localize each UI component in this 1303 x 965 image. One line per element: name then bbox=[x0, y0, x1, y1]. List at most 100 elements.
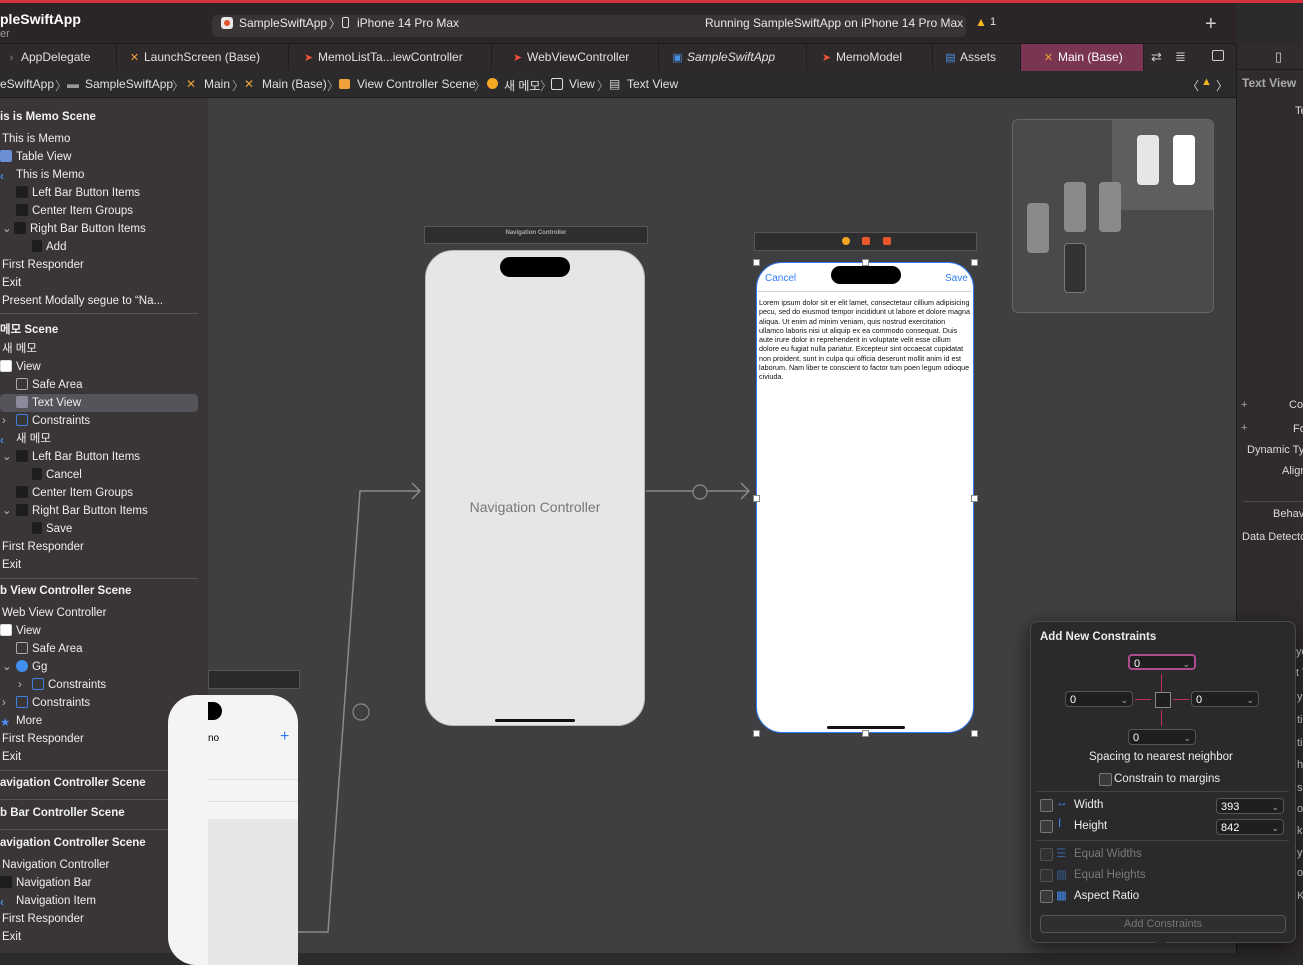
scene-header[interactable]: avigation Controller Scene bbox=[0, 837, 146, 849]
outline-item[interactable]: Exit bbox=[2, 556, 21, 574]
width-field[interactable]: 393 ⌄ bbox=[1216, 798, 1284, 814]
outline-item[interactable]: Present Modally segue to “Na... bbox=[2, 292, 163, 310]
add-constraints-button[interactable]: Add Constraints bbox=[1040, 915, 1286, 933]
outline-item[interactable]: Exit bbox=[2, 928, 21, 946]
tab-main-base[interactable]: ✕ Main (Base) bbox=[1021, 44, 1144, 71]
leading-spacing-field[interactable]: 0 ⌄ bbox=[1065, 691, 1133, 707]
top-strut[interactable] bbox=[1161, 674, 1162, 692]
outline-item[interactable]: ‹ This is Memo bbox=[0, 166, 84, 184]
height-field[interactable]: 842 ⌄ bbox=[1216, 819, 1284, 835]
breadcrumb-scene[interactable]: View Controller Scene bbox=[357, 77, 476, 91]
split-editor-icon[interactable] bbox=[1212, 50, 1224, 61]
breadcrumb-group[interactable]: SampleSwiftApp bbox=[85, 77, 173, 91]
outline-item[interactable]: 새 메모 bbox=[2, 340, 37, 358]
tab-webviewcontroller[interactable]: ➤ WebViewController bbox=[492, 44, 659, 71]
outline-item[interactable]: ⌄ Gg bbox=[2, 658, 47, 676]
chevron-down-icon[interactable]: ⌄ bbox=[1183, 730, 1191, 746]
breadcrumb-controller[interactable]: 새 메모 bbox=[504, 77, 540, 94]
outline-item-text-view[interactable]: Text View bbox=[16, 394, 81, 412]
scene-header[interactable]: 메모 Scene bbox=[0, 321, 58, 337]
resize-handle[interactable] bbox=[971, 259, 978, 266]
table-view-phone[interactable]: no + bbox=[168, 695, 298, 965]
chevron-down-icon[interactable]: ⌄ bbox=[1182, 656, 1190, 672]
outline-item[interactable]: Cancel bbox=[32, 466, 82, 484]
disclosure-open-icon[interactable]: ⌄ bbox=[2, 658, 16, 676]
scheme-device[interactable]: iPhone 14 Pro Max bbox=[357, 16, 459, 30]
scheme-target[interactable]: SampleSwiftApp bbox=[239, 16, 327, 30]
resize-handle[interactable] bbox=[971, 495, 978, 502]
first-responder-icon[interactable] bbox=[862, 237, 870, 245]
warning-icon[interactable]: ▲ bbox=[975, 15, 987, 29]
chevron-down-icon[interactable]: ⌄ bbox=[1271, 799, 1279, 815]
cancel-button[interactable]: Cancel bbox=[765, 273, 796, 284]
disclosure-closed-icon[interactable]: › bbox=[2, 412, 16, 430]
equal-heights-checkbox[interactable] bbox=[1040, 869, 1053, 882]
memo-phone[interactable]: Cancel Save Lorem ipsum dolor sit er eli… bbox=[756, 262, 974, 733]
save-button[interactable]: Save bbox=[945, 273, 968, 284]
scene-header[interactable]: b View Controller Scene bbox=[0, 585, 131, 597]
tab-launchscreen[interactable]: ✕ LaunchScreen (Base) bbox=[117, 44, 289, 71]
disclosure-closed-icon[interactable]: › bbox=[2, 694, 16, 712]
outline-item[interactable]: Center Item Groups bbox=[16, 484, 133, 502]
scene-header[interactable]: is is Memo Scene bbox=[0, 111, 96, 123]
resize-handle[interactable] bbox=[753, 730, 760, 737]
storyboard-minimap[interactable] bbox=[1012, 119, 1214, 313]
outline-item[interactable]: › Constraints bbox=[2, 694, 90, 712]
outline-item[interactable]: Add bbox=[32, 238, 66, 256]
tab-assets[interactable]: ▤ Assets bbox=[933, 44, 1021, 71]
scene-dock[interactable] bbox=[754, 232, 977, 251]
bottom-spacing-field[interactable]: 0 ⌄ bbox=[1128, 729, 1196, 745]
tab-memolist[interactable]: ➤ MemoListTa...iewController bbox=[289, 44, 492, 71]
scene-header[interactable]: b Bar Controller Scene bbox=[0, 807, 125, 819]
add-variation-icon[interactable]: + bbox=[1241, 422, 1247, 434]
outline-item[interactable]: Navigation Controller bbox=[2, 856, 109, 874]
outline-item[interactable]: View bbox=[0, 358, 41, 376]
outline-item[interactable]: ★ More bbox=[0, 712, 42, 730]
outline-item[interactable]: First Responder bbox=[2, 256, 84, 274]
file-inspector-icon[interactable]: ▯ bbox=[1275, 49, 1282, 65]
tab-appdelegate[interactable]: › AppDelegate bbox=[0, 44, 117, 71]
resize-handle[interactable] bbox=[753, 259, 760, 266]
outline-item[interactable]: Web View Controller bbox=[2, 604, 106, 622]
minimap-viewport[interactable] bbox=[1112, 120, 1213, 210]
breadcrumb-main-base[interactable]: Main (Base) bbox=[262, 77, 327, 91]
outline-item[interactable]: › Constraints bbox=[18, 676, 106, 694]
add-button[interactable]: + bbox=[280, 728, 289, 746]
chevron-right-icon[interactable]: 〉 bbox=[1216, 77, 1228, 94]
trailing-spacing-field[interactable]: 0 ⌄ bbox=[1191, 691, 1259, 707]
disclosure-open-icon[interactable]: ⌄ bbox=[2, 502, 16, 520]
outline-item[interactable]: ‹ 새 메모 bbox=[0, 430, 51, 448]
tab-sampleswiftapp[interactable]: ▣ SampleSwiftApp bbox=[659, 44, 807, 71]
breadcrumb-view[interactable]: View bbox=[569, 77, 595, 91]
outline-item[interactable]: ⌄ Right Bar Button Items bbox=[2, 220, 146, 238]
exit-icon[interactable] bbox=[883, 237, 891, 245]
chevron-down-icon[interactable]: ⌄ bbox=[1120, 692, 1128, 708]
outline-item[interactable]: Safe Area bbox=[16, 640, 83, 658]
outline-item[interactable]: Save bbox=[32, 520, 72, 538]
resize-handle[interactable] bbox=[971, 730, 978, 737]
outline-item[interactable]: First Responder bbox=[2, 538, 84, 556]
disclosure-closed-icon[interactable]: › bbox=[18, 676, 32, 694]
tab-memomodel[interactable]: ➤ MemoModel bbox=[807, 44, 933, 71]
memo-text-view[interactable]: Lorem ipsum dolor sit er elit lamet, con… bbox=[759, 298, 971, 382]
outline-item[interactable]: Center Item Groups bbox=[16, 202, 133, 220]
disclosure-open-icon[interactable]: ⌄ bbox=[2, 220, 14, 238]
breadcrumb-project[interactable]: eSwiftApp bbox=[0, 77, 54, 91]
outline-item[interactable]: Table View bbox=[0, 148, 71, 166]
constrain-margins-checkbox[interactable] bbox=[1099, 773, 1112, 786]
outline-item[interactable]: Exit bbox=[2, 748, 21, 766]
bottom-strut[interactable] bbox=[1161, 710, 1162, 726]
equal-widths-checkbox[interactable] bbox=[1040, 848, 1053, 861]
editor-options-icon[interactable]: ≣ bbox=[1175, 49, 1186, 65]
navigation-controller-phone[interactable]: Navigation Controller bbox=[425, 250, 645, 726]
outline-item[interactable]: Left Bar Button Items bbox=[16, 184, 140, 202]
leading-strut[interactable] bbox=[1135, 699, 1151, 700]
outline-item[interactable]: ⌄ Right Bar Button Items bbox=[2, 502, 148, 520]
outline-item[interactable]: › Constraints bbox=[2, 412, 90, 430]
add-variation-icon[interactable]: + bbox=[1241, 399, 1247, 411]
breadcrumb-text-view[interactable]: Text View bbox=[627, 77, 678, 91]
outline-item[interactable]: This is Memo bbox=[2, 130, 70, 148]
outline-item[interactable]: Exit bbox=[2, 274, 21, 292]
outline-item[interactable]: ⌄ Left Bar Button Items bbox=[2, 448, 140, 466]
disclosure-open-icon[interactable]: ⌄ bbox=[2, 448, 16, 466]
